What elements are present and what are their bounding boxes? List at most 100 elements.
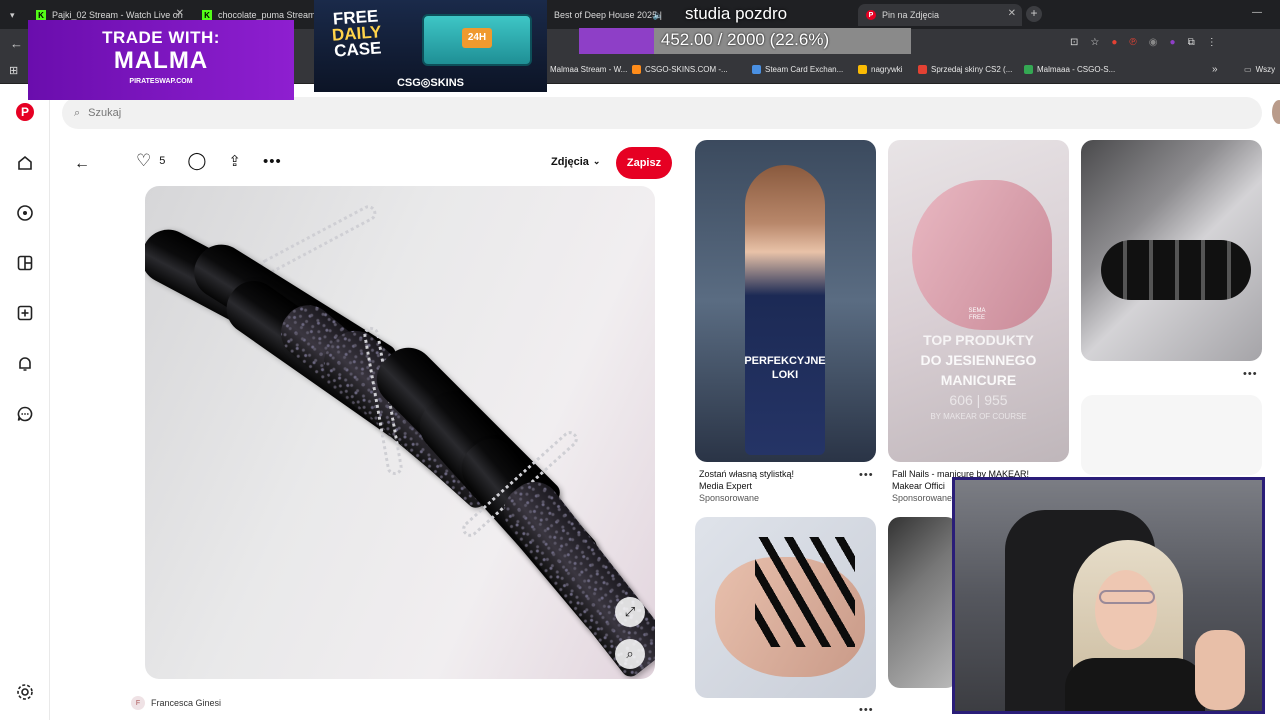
bookmark-item[interactable]: CSGO-SKINS.COM -... xyxy=(632,65,728,74)
author-name: Francesca Ginesi xyxy=(151,698,222,708)
bookmark-item[interactable]: nagrywki xyxy=(858,65,903,74)
tab-pinterest-active[interactable]: P Pin na Zdjęcia ✕ xyxy=(858,4,1022,26)
like-count: 5 xyxy=(159,155,166,167)
explore-compass-icon[interactable] xyxy=(16,204,34,222)
heart-icon[interactable]: ♡ xyxy=(136,151,151,171)
related-pin-card[interactable] xyxy=(888,517,958,688)
tab-youtube[interactable]: Best of Deep House 2025 | 🔈 xyxy=(546,4,686,26)
home-icon[interactable] xyxy=(16,154,34,172)
bookmark-item[interactable]: Malmaa Stream - W... xyxy=(550,65,627,74)
card-title: Zostań własną stylistką! xyxy=(699,469,795,479)
more-options-icon[interactable]: ••• xyxy=(1243,368,1258,380)
kick-icon: K xyxy=(202,10,212,20)
pinterest-logo-icon[interactable]: P xyxy=(16,103,34,121)
expand-icon[interactable]: ⤢ xyxy=(615,597,645,627)
bookmark-label: CSGO-SKINS.COM -... xyxy=(645,65,728,74)
extension-red-icon[interactable]: ● xyxy=(1111,37,1117,48)
case-text: FREE DAILY CASE xyxy=(330,6,383,60)
goal-text: 452.00 / 2000 (22.6%) xyxy=(660,30,830,49)
related-pin-card-loading xyxy=(1081,395,1262,475)
pin-actions: ♡ 5 ◯ ⇪ ••• xyxy=(136,151,282,171)
related-pin-card[interactable]: PERFEKCYJNE LOKI xyxy=(695,140,876,462)
close-icon[interactable]: ✕ xyxy=(1008,8,1016,19)
toolbar-icons: ⊡ ☆ ● ℗ ◉ ● ⧉ ⋮ xyxy=(1070,37,1217,48)
search-input[interactable]: ⌕ Szukaj xyxy=(62,97,1262,129)
share-icon[interactable]: ⇪ xyxy=(228,152,241,170)
window-minimize-button[interactable]: — xyxy=(1252,7,1262,18)
card-badge: SEMA FREE xyxy=(968,308,986,321)
back-arrow-icon[interactable]: ← xyxy=(10,36,23,51)
bookmark-label: nagrywki xyxy=(871,65,903,74)
pin-photo-nails xyxy=(755,537,855,647)
donation-goal-bar: 452.00 / 2000 (22.6%) xyxy=(579,28,911,54)
bookmark-label: Wszy xyxy=(1255,65,1276,74)
create-plus-icon[interactable] xyxy=(16,304,34,322)
extension-purple-icon[interactable]: ● xyxy=(1170,37,1176,48)
steam-icon xyxy=(752,65,761,74)
board-select[interactable]: Zdjęcia ⌄ xyxy=(551,156,600,168)
bookmark-item[interactable]: Malmaaa - CSGO-S... xyxy=(1024,65,1115,74)
more-options-icon[interactable]: ••• xyxy=(859,469,874,481)
streamer-face xyxy=(1095,570,1157,650)
mute-icon[interactable]: 🔈 xyxy=(653,10,664,21)
boards-icon[interactable] xyxy=(16,254,34,272)
more-options-icon[interactable]: ••• xyxy=(263,153,282,170)
streamer-glasses xyxy=(1099,590,1155,604)
tab-label: Pajki_02 Stream - Watch Live on xyxy=(52,10,183,20)
related-pin-card[interactable]: SEMA FREE TOP PRODUKTY DO JESIENNEGO MAN… xyxy=(888,140,1069,462)
pinterest-page: P ⌕ Szukaj ← ♡ 5 ◯ ⇪ ••• Zdjęcia ⌄ Zapis… xyxy=(0,85,1280,720)
tab-menu-button[interactable]: ▾ xyxy=(2,4,24,26)
extension-grey-icon[interactable]: ◉ xyxy=(1149,37,1158,48)
card-overlay-text: DO JESIENNEGO xyxy=(920,352,1037,368)
back-arrow-icon[interactable]: ← xyxy=(74,155,90,173)
stream-title-text: studia pozdro xyxy=(685,4,788,23)
chevron-down-icon: ⌄ xyxy=(592,156,601,166)
apps-grid-icon[interactable]: ⊞ xyxy=(9,64,18,77)
avatar: F xyxy=(131,696,145,710)
board-name: Zdjęcia xyxy=(551,156,589,168)
related-pin-card[interactable] xyxy=(695,517,876,698)
card-caption: Zostań własną stylistką! Media Expert Sp… xyxy=(699,468,794,504)
chevron-right-icon[interactable]: » xyxy=(1212,64,1218,75)
pin-photo-person xyxy=(745,165,825,455)
close-icon[interactable]: ✕ xyxy=(176,8,184,19)
visual-search-icon[interactable]: ⌕ xyxy=(615,639,645,669)
bookmark-item[interactable]: Steam Card Exchan... xyxy=(752,65,843,74)
messages-icon[interactable] xyxy=(16,405,34,423)
bookmark-label: Malmaa Stream - W... xyxy=(550,65,628,74)
pin-image[interactable]: ⤢ ⌕ xyxy=(145,186,655,679)
pinterest-icon: P xyxy=(866,10,876,20)
webcam-overlay xyxy=(952,477,1265,714)
new-tab-button[interactable]: + xyxy=(1026,6,1042,22)
case-chest: 24H xyxy=(422,14,532,66)
related-pin-card[interactable] xyxy=(1081,140,1262,361)
install-icon[interactable]: ⊡ xyxy=(1070,37,1078,48)
comment-icon[interactable]: ◯ xyxy=(187,151,206,171)
bookmark-item[interactable]: Sprzedaj skiny CS2 (... xyxy=(918,65,1012,74)
save-label: Zapisz xyxy=(626,157,662,169)
search-icon: ⌕ xyxy=(74,106,81,119)
notifications-bell-icon[interactable] xyxy=(16,355,34,373)
pin-photo-nails xyxy=(1101,240,1251,300)
card-overlay-text: BY MAKEAR OF COURSE xyxy=(930,412,1027,421)
streamer-hand xyxy=(1195,630,1245,710)
card-overlay-text: TOP PRODUKTY xyxy=(923,332,1034,348)
daily-case-banner: FREE DAILY CASE 24H CSG◎SKINS xyxy=(314,0,547,92)
csgo-skins-icon xyxy=(632,65,641,74)
card-brand: Media Expert xyxy=(699,481,753,491)
more-options-icon[interactable]: ••• xyxy=(859,704,874,716)
card-overlay-text: PERFEKCYJNE LOKI xyxy=(744,355,826,381)
bookmark-label: Malmaaa - CSGO-S... xyxy=(1037,65,1116,74)
extension-tp-icon[interactable]: ℗ xyxy=(1129,37,1136,48)
sponsor-name: MALMA xyxy=(113,47,209,74)
profile-avatar-partial[interactable] xyxy=(1272,100,1280,124)
tab-label: Best of Deep House 2025 | xyxy=(554,10,662,20)
pin-author[interactable]: F Francesca Ginesi xyxy=(131,696,221,710)
save-button[interactable]: Zapisz xyxy=(616,147,672,179)
bookmark-label: Steam Card Exchan... xyxy=(765,65,844,74)
extensions-puzzle-icon[interactable]: ⧉ xyxy=(1188,37,1195,48)
settings-gear-icon[interactable] xyxy=(16,683,34,701)
bookmark-folder[interactable]: ▭ Wszy xyxy=(1244,65,1275,74)
bookmark-star-icon[interactable]: ☆ xyxy=(1090,37,1099,48)
profile-icon[interactable]: ⋮ xyxy=(1207,37,1217,48)
